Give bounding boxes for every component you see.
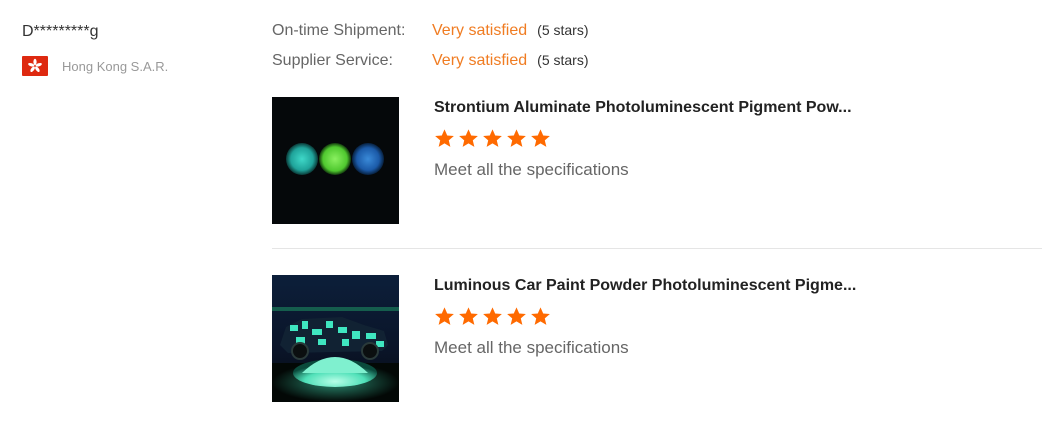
product-thumbnail[interactable] [272, 97, 399, 224]
reviewer-country: Hong Kong S.A.R. [22, 56, 242, 76]
rating-count: (5 stars) [537, 22, 589, 38]
star-icon [459, 307, 478, 325]
supplier-ratings: On-time Shipment: Very satisfied (5 star… [272, 22, 589, 82]
star-icon [435, 307, 454, 325]
rating-value: Very satisfied [432, 22, 528, 39]
rating-count: (5 stars) [537, 52, 589, 68]
rating-row-shipment: On-time Shipment: Very satisfied (5 star… [272, 22, 589, 52]
star-icon [531, 307, 550, 325]
product-star-rating [434, 128, 1034, 150]
reviewer-info: D*********g Hong Kong S.A.R. [22, 22, 242, 76]
country-name: Hong Kong S.A.R. [62, 58, 169, 74]
star-icon [507, 129, 526, 147]
star-icon [531, 129, 550, 147]
rating-label: On-time Shipment: [272, 22, 406, 39]
star-icon [507, 307, 526, 325]
review-comment: Meet all the specifications [434, 338, 629, 357]
divider [272, 248, 1042, 249]
product-thumbnail[interactable] [272, 275, 399, 402]
star-icon [483, 307, 502, 325]
rating-value: Very satisfied [432, 52, 528, 69]
rating-label: Supplier Service: [272, 52, 393, 69]
product-title-link[interactable]: Luminous Car Paint Powder Photoluminesce… [434, 276, 1034, 296]
product-title-link[interactable]: Strontium Aluminate Photoluminescent Pig… [434, 98, 1034, 118]
star-icon [459, 129, 478, 147]
reviewer-name: D*********g [22, 23, 99, 40]
review-comment: Meet all the specifications [434, 160, 629, 179]
star-icon [483, 129, 502, 147]
rating-row-service: Supplier Service: Very satisfied (5 star… [272, 52, 589, 82]
hong-kong-flag-icon [22, 56, 48, 76]
product-star-rating [434, 306, 1034, 328]
star-icon [435, 129, 454, 147]
